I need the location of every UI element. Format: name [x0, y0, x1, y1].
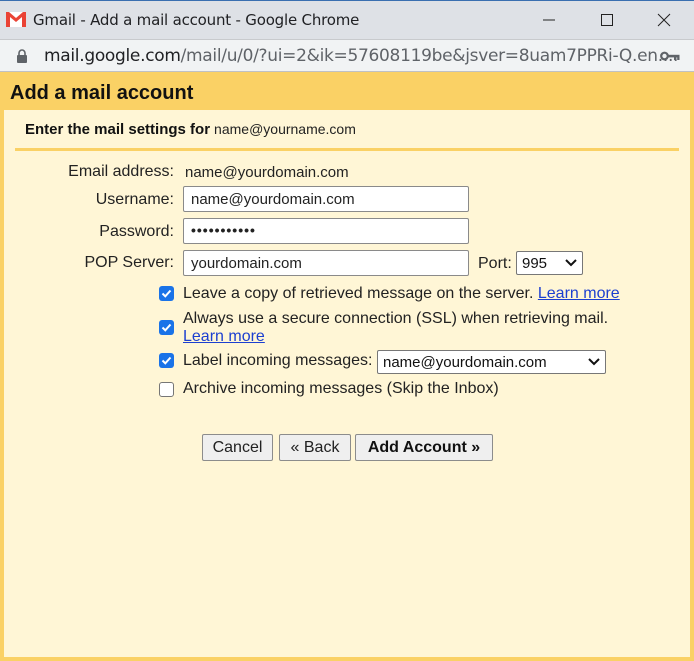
leave-copy-option: Leave a copy of retrieved message on the… — [183, 285, 620, 303]
dialog-title: Add a mail account — [10, 82, 194, 104]
add-account-button[interactable]: Add Account » — [355, 434, 493, 461]
subheading-email: name@yourname.com — [214, 121, 356, 137]
divider — [15, 148, 679, 151]
username-input[interactable] — [183, 186, 469, 212]
learn-more-link[interactable]: Learn more — [183, 328, 265, 346]
url-text[interactable]: mail.google.com/mail/u/0/?ui=2&ik=576081… — [44, 46, 678, 66]
browser-window: Gmail - Add a mail account - Google Chro… — [0, 0, 694, 661]
checkmark-icon — [161, 356, 172, 365]
add-mail-account-dialog: Add a mail account Enter the mail settin… — [0, 72, 694, 661]
email-address-label: Email address: — [68, 163, 174, 180]
archive-checkbox[interactable] — [159, 382, 174, 397]
subheading: Enter the mail settings for name@yourname… — [25, 121, 356, 138]
minimize-button[interactable] — [526, 5, 572, 35]
gmail-icon — [6, 12, 26, 27]
key-icon[interactable] — [660, 51, 680, 61]
close-button[interactable] — [641, 5, 687, 35]
subheading-label: Enter the mail settings for — [25, 121, 211, 138]
label-incoming-checkbox[interactable] — [159, 353, 174, 368]
label-select[interactable]: name@yourdomain.com — [377, 350, 606, 374]
email-address-value: name@yourdomain.com — [185, 164, 349, 181]
title-bar: Gmail - Add a mail account - Google Chro… — [0, 0, 694, 39]
back-button[interactable]: « Back — [279, 434, 351, 461]
chevron-down-icon — [588, 358, 600, 366]
leave-copy-label: Leave a copy of retrieved message on the… — [183, 285, 534, 302]
learn-more-link[interactable]: Learn more — [538, 285, 620, 302]
port-label: Port: — [478, 255, 512, 272]
username-label: Username: — [95, 191, 174, 208]
maximize-button[interactable] — [584, 5, 630, 35]
close-icon — [657, 13, 671, 27]
ssl-checkbox[interactable] — [159, 320, 174, 335]
port-select-value: 995 — [522, 254, 548, 272]
maximize-icon — [601, 14, 613, 26]
ssl-label: Always use a secure connection (SSL) whe… — [183, 310, 609, 327]
leave-copy-checkbox[interactable] — [159, 286, 174, 301]
address-bar[interactable]: mail.google.com/mail/u/0/?ui=2&ik=576081… — [0, 39, 694, 72]
cancel-button[interactable]: Cancel — [202, 434, 273, 461]
pop-server-input[interactable] — [183, 250, 469, 276]
label-incoming-label: Label incoming messages: — [183, 352, 373, 369]
url-path: /mail/u/0/?ui=2&ik=57608119be&jsver=8uam… — [180, 46, 679, 66]
checkmark-icon — [161, 323, 172, 332]
window-title: Gmail - Add a mail account - Google Chro… — [33, 11, 360, 29]
chevron-down-icon — [565, 259, 577, 267]
archive-label: Archive incoming messages (Skip the Inbo… — [183, 380, 499, 397]
dialog-header: Add a mail account — [0, 72, 694, 110]
dialog-body: Enter the mail settings for name@yourname… — [4, 110, 690, 657]
lock-icon — [17, 49, 27, 63]
password-input[interactable]: ••••••••••• — [183, 218, 469, 244]
pop-server-label: POP Server: — [84, 254, 174, 271]
port-select[interactable]: 995 — [516, 251, 583, 275]
url-host: mail.google.com — [44, 46, 181, 66]
minimize-icon — [543, 19, 555, 21]
password-label: Password: — [99, 223, 174, 240]
label-select-value: name@yourdomain.com — [383, 353, 547, 371]
checkmark-icon — [161, 289, 172, 298]
